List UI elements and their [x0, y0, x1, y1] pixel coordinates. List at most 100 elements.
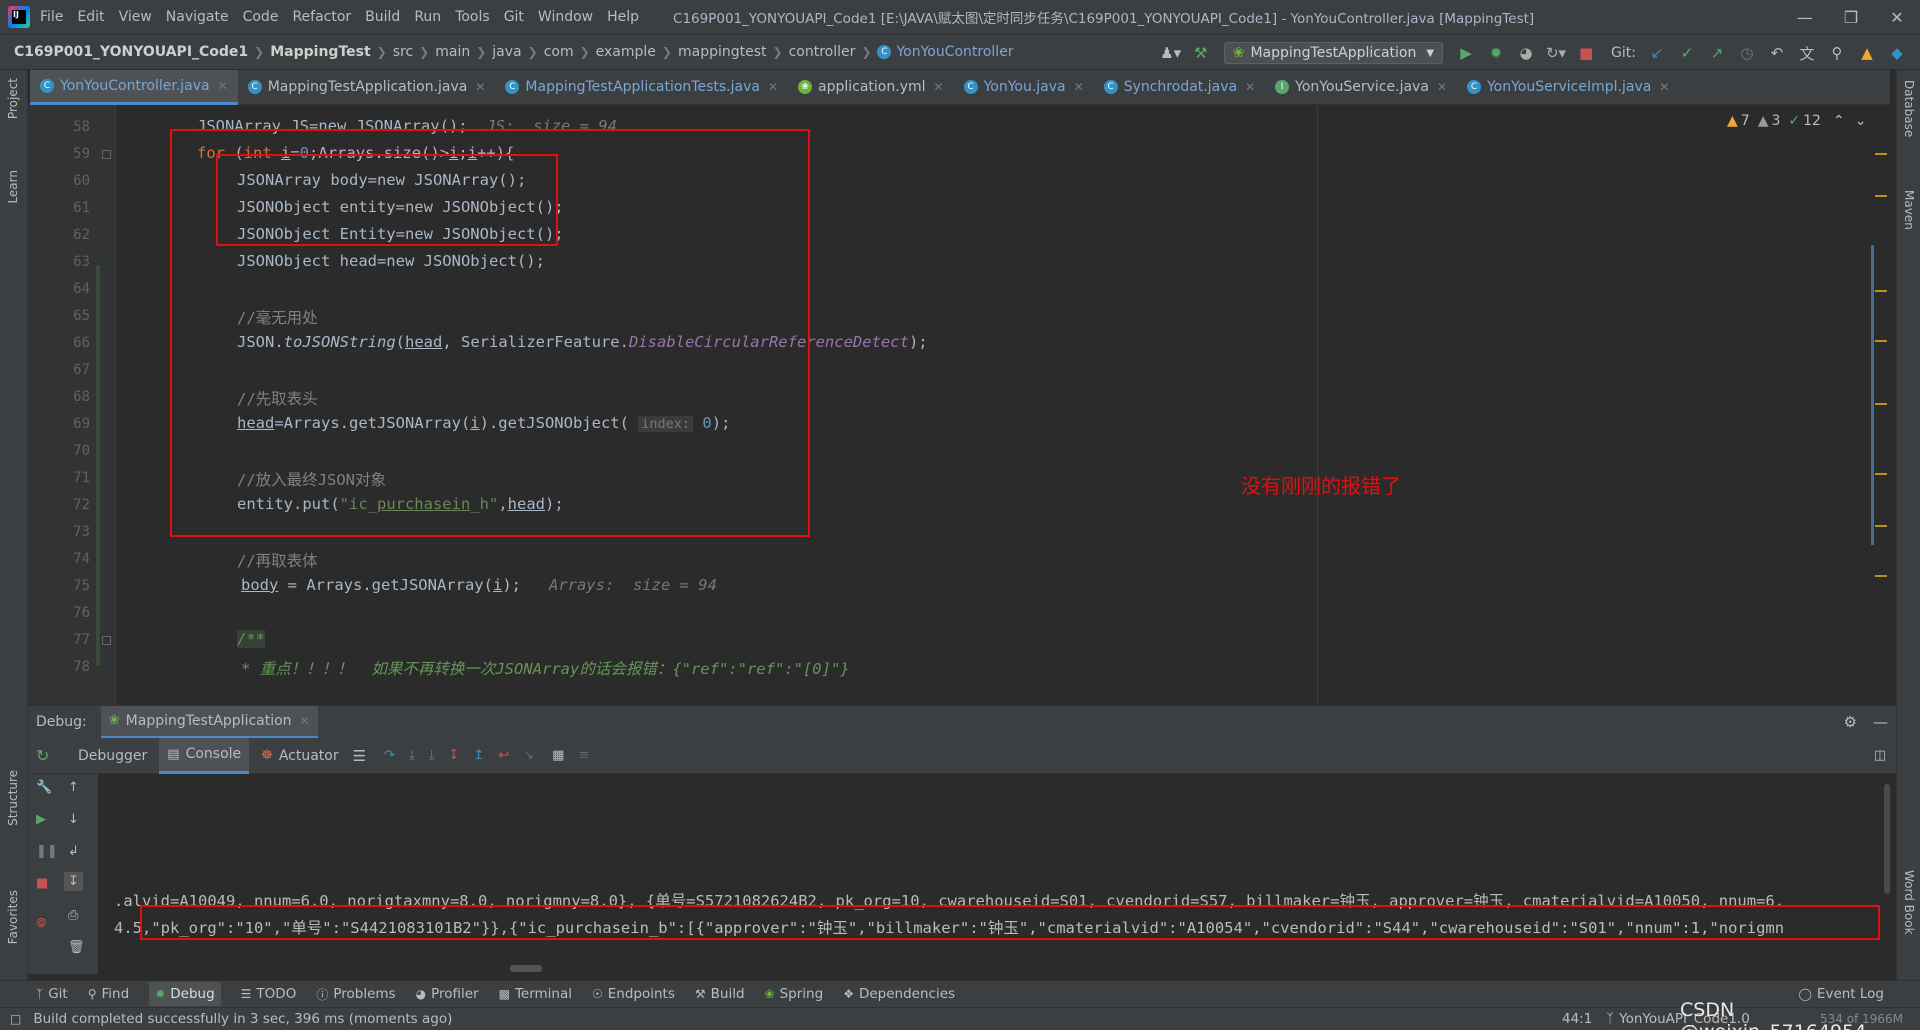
step-out-icon[interactable]: ↥ — [473, 748, 484, 763]
scrollbar-track[interactable] — [1875, 145, 1887, 705]
tab-debug-session[interactable]: ❀ MappingTestApplication ✕ — [100, 705, 318, 739]
database-tool-window[interactable]: Database — [1902, 80, 1916, 137]
menu-view[interactable]: View — [119, 9, 152, 25]
gear-icon[interactable]: ⚙ — [1844, 713, 1857, 731]
inspection-widget[interactable]: ▲ 7 ▲ 3 ✓ 12 ⌃ ⌄ — [1727, 113, 1866, 129]
close-tab-icon[interactable]: ✕ — [475, 80, 485, 94]
scroll-to-end-icon[interactable]: ↧ — [64, 872, 83, 891]
translate-icon[interactable]: 文 — [1796, 42, 1818, 64]
breadcrumb-project[interactable]: C169P001_YONYOUAPI_Code1 — [14, 44, 248, 60]
console-output[interactable]: .alvid=A10049, nnum=6.0, norigtaxmny=8.0… — [98, 774, 1896, 974]
tab-yonyouserviceimpl[interactable]: C YonYouServiceImpl.java ✕ — [1457, 70, 1679, 105]
code-editor[interactable]: JSONArray JS=new JSONArray(); JS: size =… — [117, 105, 1887, 705]
close-tab-icon[interactable]: ✕ — [300, 714, 310, 728]
fold-icon[interactable] — [102, 150, 111, 159]
tool-profiler[interactable]: ◕ Profiler — [416, 986, 479, 1002]
tab-yonyoucontroller[interactable]: C YonYouController.java ✕ — [30, 69, 238, 105]
tool-spring[interactable]: ❀ Spring — [765, 986, 824, 1002]
tab-mappingtestapplicationtests[interactable]: C MappingTestApplicationTests.java ✕ — [495, 70, 788, 105]
close-tab-icon[interactable]: ✕ — [218, 79, 228, 93]
print-icon[interactable]: ⎙ — [68, 908, 78, 923]
warning-marker[interactable] — [1875, 473, 1887, 475]
menu-edit[interactable]: Edit — [77, 9, 104, 25]
wordbook-tool-window[interactable]: Word Book — [1902, 870, 1920, 935]
menu-build[interactable]: Build — [365, 9, 400, 25]
tab-actuator[interactable]: ☸ Actuator — [261, 748, 338, 764]
close-tab-icon[interactable]: ✕ — [1437, 80, 1447, 94]
breadcrumb-item[interactable]: java — [492, 44, 521, 60]
menu-tools[interactable]: Tools — [455, 9, 490, 25]
force-step-into-icon[interactable]: ↧ — [448, 748, 459, 763]
arrow-up-icon[interactable]: ↑ — [68, 780, 79, 795]
structure-tool-window[interactable]: Structure — [6, 770, 20, 826]
tool-debug[interactable]: ✹ Debug — [149, 982, 221, 1006]
project-tool-window[interactable]: Project — [6, 78, 20, 119]
scrollbar-thumb[interactable] — [1871, 245, 1874, 545]
git-commit-icon[interactable]: ✓ — [1676, 42, 1698, 64]
run-to-cursor-icon[interactable]: ↘ — [523, 748, 534, 763]
breadcrumb-item[interactable]: mappingtest — [678, 44, 767, 60]
favorites-tool-window[interactable]: Favorites — [6, 890, 20, 944]
update-icon[interactable]: ▲ — [1856, 42, 1878, 64]
tab-synchrodat[interactable]: C Synchrodat.java ✕ — [1094, 70, 1265, 105]
warning-marker[interactable] — [1875, 153, 1887, 155]
menu-icon[interactable]: ☰ — [353, 747, 366, 765]
breadcrumb-current[interactable]: YonYouController — [896, 44, 1013, 60]
warning-marker[interactable] — [1875, 575, 1887, 577]
tool-build[interactable]: ⚒ Build — [695, 986, 745, 1002]
breadcrumb-module[interactable]: MappingTest — [270, 44, 370, 60]
history-icon[interactable]: ◷ — [1736, 42, 1758, 64]
rerun-icon[interactable]: ↻ — [36, 746, 66, 765]
evaluate-expression-icon[interactable]: ▦ — [552, 748, 564, 763]
arrow-down-icon[interactable]: ↓ — [68, 812, 79, 827]
tool-endpoints[interactable]: ☉ Endpoints — [592, 986, 675, 1002]
stop-icon[interactable]: ■ — [36, 876, 48, 891]
tab-application-yml[interactable]: ❀ application.yml ✕ — [788, 70, 954, 105]
trash-icon[interactable]: 🗑 — [68, 940, 85, 955]
tool-git[interactable]: ᛉ Git — [36, 986, 68, 1002]
close-tab-icon[interactable]: ✕ — [768, 80, 778, 94]
minimize-panel-icon[interactable]: — — [1873, 713, 1888, 731]
resume-icon[interactable]: ▶ — [36, 812, 46, 827]
menu-help[interactable]: Help — [607, 9, 639, 25]
warning-marker[interactable] — [1875, 403, 1887, 405]
horizontal-scrollbar-thumb[interactable] — [510, 965, 542, 972]
tab-debugger[interactable]: Debugger — [78, 748, 147, 764]
step-into-icon[interactable]: ⤓ — [429, 748, 435, 763]
git-update-icon[interactable]: ↙ — [1646, 42, 1668, 64]
tab-yonyou[interactable]: C YonYou.java ✕ — [954, 70, 1094, 105]
step-over-icon[interactable]: ⤓ — [409, 748, 415, 763]
show-execution-point-icon[interactable]: ↷ — [384, 748, 395, 763]
chevron-up-icon[interactable]: ⌃ — [1833, 113, 1845, 129]
soft-wrap-icon[interactable]: ↲ — [68, 844, 79, 859]
menu-navigate[interactable]: Navigate — [166, 9, 229, 25]
search-icon[interactable]: ⚲ — [1826, 42, 1848, 64]
drop-frame-icon[interactable]: ↩ — [498, 748, 509, 763]
wrench-icon[interactable]: 🔧 — [36, 780, 52, 795]
breadcrumb-item[interactable]: controller — [789, 44, 856, 60]
trace-icon[interactable]: ≡ — [578, 748, 589, 763]
menu-window[interactable]: Window — [538, 9, 593, 25]
tool-dependencies[interactable]: ❖ Dependencies — [843, 986, 955, 1002]
breadcrumb-item[interactable]: src — [393, 44, 413, 60]
vertical-scrollbar-thumb[interactable] — [1884, 784, 1890, 894]
tab-console[interactable]: ▤ Console — [159, 737, 250, 774]
pause-icon[interactable]: ❚❚ — [36, 844, 58, 859]
run-configuration-select[interactable]: ❀ MappingTestApplication ▼ — [1223, 42, 1444, 64]
layout-icon[interactable]: ◫ — [1874, 748, 1886, 763]
menu-file[interactable]: File — [40, 9, 63, 25]
warning-marker[interactable] — [1875, 525, 1887, 527]
maven-tool-window[interactable]: Maven — [1902, 190, 1916, 230]
tool-find[interactable]: ⚲ Find — [88, 986, 129, 1002]
warning-marker[interactable] — [1875, 340, 1887, 342]
menu-code[interactable]: Code — [243, 9, 279, 25]
status-message[interactable]: Build completed successfully in 3 sec, 3… — [33, 1011, 452, 1027]
warning-marker[interactable] — [1875, 195, 1887, 197]
chevron-down-icon[interactable]: ⌄ — [1855, 113, 1867, 129]
close-tab-icon[interactable]: ✕ — [1659, 80, 1669, 94]
mute-breakpoints-icon[interactable]: ⦾ — [36, 916, 46, 931]
tab-yonyouservice[interactable]: I YonYouService.java ✕ — [1265, 70, 1457, 105]
tab-mappingtestapplication[interactable]: C MappingTestApplication.java ✕ — [238, 70, 496, 105]
close-icon[interactable]: ✕ — [1874, 8, 1920, 27]
rollback-icon[interactable]: ↶ — [1766, 42, 1788, 64]
